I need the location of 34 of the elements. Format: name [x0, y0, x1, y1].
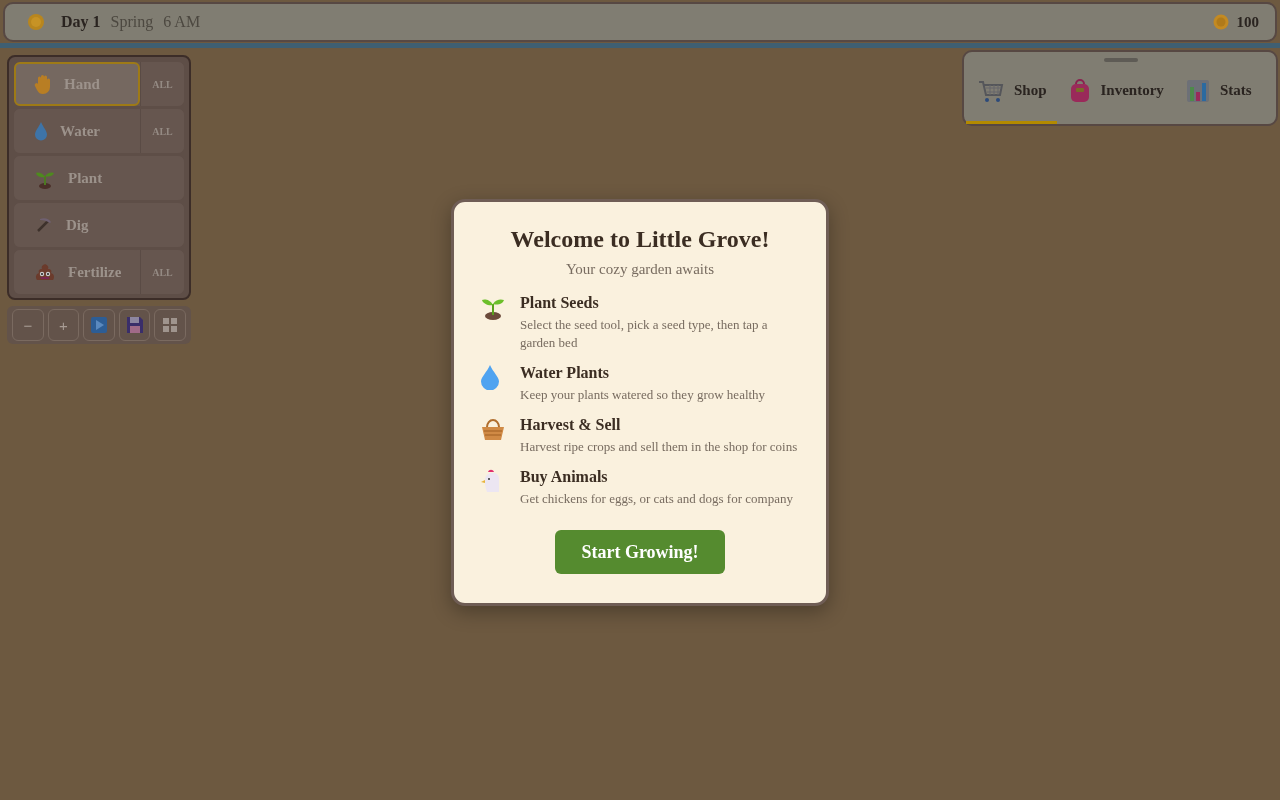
drag-handle[interactable] — [1104, 58, 1138, 62]
zoom-button[interactable]: + — [47, 309, 80, 341]
feature-description: Select the seed tool, pick a seed type, then tap a garden bed — [520, 316, 769, 352]
hand-icon — [34, 74, 52, 94]
tab[interactable]: Shop — [966, 62, 1057, 124]
save-button[interactable] — [118, 309, 151, 341]
water-drop-icon — [480, 364, 500, 390]
backpack-icon — [1068, 78, 1091, 103]
grid-button[interactable] — [154, 309, 186, 341]
coin-count: 100 — [1236, 13, 1259, 31]
shopping-cart-icon — [978, 78, 1004, 103]
play-icon — [90, 316, 108, 334]
tab[interactable]: Inventory — [1056, 62, 1174, 124]
coin-icon — [1212, 14, 1229, 30]
day-label: Day 1 — [61, 13, 101, 31]
grid-icon — [162, 317, 179, 333]
bar-chart-icon — [1185, 78, 1210, 103]
basket-icon — [480, 416, 506, 442]
dialog-subtitle: Your cozy garden awaits — [566, 261, 714, 278]
feature-description: Harvest ripe crops and sell them in the shop for coins — [520, 438, 798, 456]
sun-icon — [27, 13, 45, 31]
dialog-title: Welcome to Little Grove! — [510, 226, 770, 253]
feature-title: Harvest & Sell — [520, 416, 622, 434]
feature-title: Water Plants — [520, 364, 611, 382]
play-button[interactable] — [83, 309, 115, 341]
tab[interactable]: Stats — [1173, 62, 1262, 124]
feature-description: Get chickens for eggs, or cats and dogs for company — [520, 490, 793, 508]
feature-description: Keep your plants watered so they grow healthy — [520, 386, 766, 404]
start-button[interactable]: Start Growing! — [555, 530, 725, 574]
poop-icon — [34, 262, 56, 282]
feature-title: Buy Animals — [520, 468, 609, 486]
feature-title: Plant Seeds — [520, 294, 600, 312]
water-drop-icon — [34, 121, 48, 141]
zoom-button[interactable]: − — [12, 309, 44, 341]
